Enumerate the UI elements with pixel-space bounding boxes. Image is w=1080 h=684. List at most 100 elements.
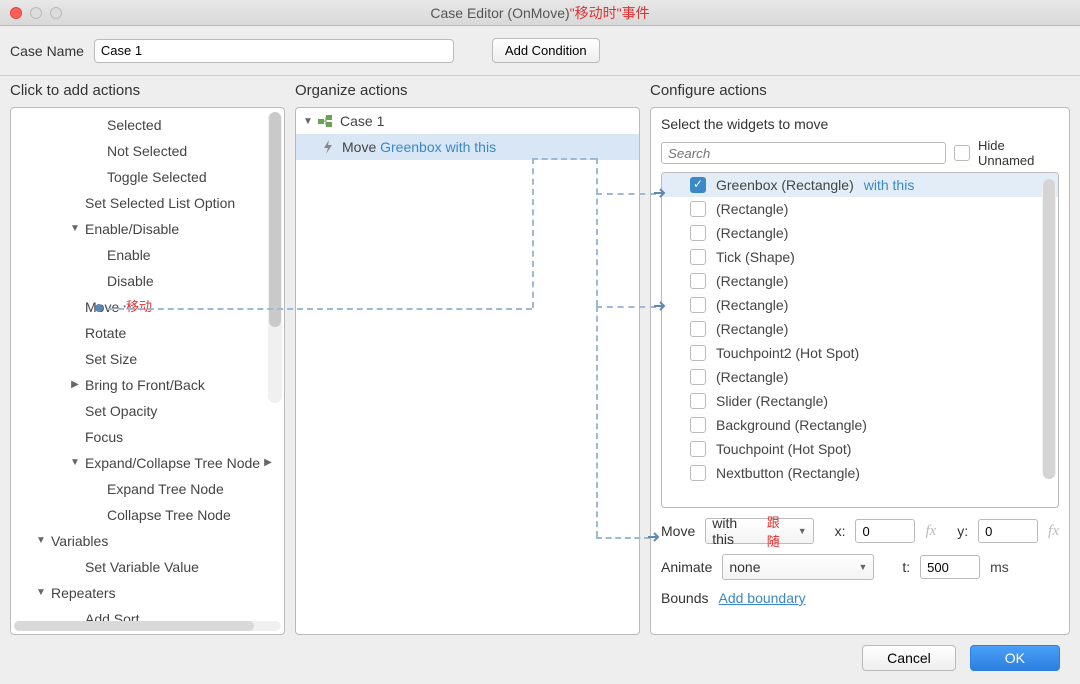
widget-list-scrollbar-thumb[interactable] [1043,179,1055,479]
ok-button[interactable]: OK [970,645,1060,671]
widget-checkbox[interactable] [690,465,706,481]
move-label: Move [661,523,695,539]
y-fx-button[interactable]: fx [1048,523,1059,540]
widget-row[interactable]: (Rectangle) [662,269,1058,293]
y-input[interactable] [978,519,1038,543]
widget-row[interactable]: Slider (Rectangle) [662,389,1058,413]
widget-checkbox[interactable] [690,345,706,361]
add-condition-button[interactable]: Add Condition [492,38,600,63]
action-label: Set Variable Value [85,556,199,578]
action-item[interactable]: Focus [17,424,278,450]
cancel-button[interactable]: Cancel [862,645,956,671]
action-item[interactable]: Enable [17,242,278,268]
widget-checkbox[interactable] [690,249,706,265]
organize-column-title: Organize actions [295,82,640,99]
widget-name: Greenbox (Rectangle) [716,177,854,193]
actions-tree[interactable]: SelectedNot SelectedToggle SelectedSet S… [11,108,284,634]
organize-action-target: Greenbox with this [380,139,496,155]
move-mode-select[interactable]: with this 跟随 ▼ [705,518,813,544]
action-label: Not Selected [107,140,187,162]
tree-arrow-icon[interactable]: ▼ [35,530,47,552]
action-item[interactable]: Set Selected List Option [17,190,278,216]
x-label: x: [835,523,846,539]
widget-name: (Rectangle) [716,321,788,337]
widget-row[interactable]: (Rectangle) [662,317,1058,341]
add-boundary-link[interactable]: Add boundary [718,590,805,606]
x-input[interactable] [855,519,915,543]
action-label: Focus [85,426,123,448]
widget-row[interactable]: Touchpoint (Hot Spot) [662,437,1058,461]
case-name-input[interactable] [94,39,454,63]
widget-row[interactable]: (Rectangle) [662,221,1058,245]
main-columns: Click to add actions SelectedNot Selecte… [0,76,1080,641]
titlebar: Case Editor (OnMove)"移动时"事件 [0,0,1080,26]
widget-checkbox[interactable] [690,297,706,313]
organize-action-row[interactable]: Move Greenbox with this [296,134,639,160]
widget-row[interactable]: (Rectangle) [662,197,1058,221]
action-item[interactable]: Rotate [17,320,278,346]
widget-row[interactable]: Touchpoint2 (Hot Spot) [662,341,1058,365]
action-item[interactable]: ▼Variables [17,528,278,554]
action-item[interactable]: Collapse Tree Node [17,502,278,528]
widget-toolbar: Hide Unnamed [661,138,1059,168]
widget-checkbox[interactable] [690,201,706,217]
widget-row[interactable]: (Rectangle) [662,293,1058,317]
action-label: Set Selected List Option [85,192,235,214]
widget-row[interactable]: Background (Rectangle) [662,413,1058,437]
tree-arrow-icon[interactable]: ▶ [69,374,81,396]
window-title: Case Editor (OnMove)"移动时"事件 [430,3,649,23]
actions-hscroll-thumb[interactable] [14,621,254,631]
action-item[interactable]: Set Variable Value [17,554,278,580]
widget-checkbox[interactable] [690,225,706,241]
widget-row[interactable]: Greenbox (Rectangle) with this [662,173,1058,197]
widget-name: Nextbutton (Rectangle) [716,465,860,481]
tree-arrow-icon[interactable]: ▼ [35,582,47,604]
chevron-down-icon: ▼ [798,526,807,536]
widget-name: Touchpoint (Hot Spot) [716,441,851,457]
actions-scrollbar-thumb[interactable] [269,112,281,327]
action-item[interactable]: Selected [17,112,278,138]
widget-suffix: with this [864,177,915,193]
action-item[interactable]: Move • 移动 [17,294,278,320]
widget-checkbox[interactable] [690,417,706,433]
t-unit: ms [990,559,1009,575]
move-config-row: Move with this 跟随 ▼ x: fx y: fx [661,518,1059,544]
organize-panel: ▼ Case 1 Move Greenbox with this [295,107,640,635]
widget-checkbox[interactable] [690,273,706,289]
widget-row[interactable]: Tick (Shape) [662,245,1058,269]
action-label: Disable [107,270,154,292]
widget-checkbox[interactable] [690,369,706,385]
widget-checkbox[interactable] [690,321,706,337]
tree-arrow-icon[interactable]: ▼ [69,452,81,474]
widget-row[interactable]: Nextbutton (Rectangle) [662,461,1058,485]
widget-name: (Rectangle) [716,273,788,289]
action-item[interactable]: Disable [17,268,278,294]
search-input[interactable] [661,142,946,164]
animate-mode-select[interactable]: none ▼ [722,554,874,580]
x-fx-button[interactable]: fx [925,523,936,540]
widget-checkbox[interactable] [690,441,706,457]
action-item[interactable]: Expand Tree Node [17,476,278,502]
widget-checkbox[interactable] [690,177,706,193]
action-item[interactable]: Set Opacity [17,398,278,424]
hide-unnamed-checkbox[interactable] [954,145,970,161]
action-item[interactable]: ▶Bring to Front/Back [17,372,278,398]
widget-checkbox[interactable] [690,393,706,409]
widget-name: (Rectangle) [716,369,788,385]
widget-name: (Rectangle) [716,225,788,241]
widget-row[interactable]: (Rectangle) [662,365,1058,389]
action-item[interactable]: ▼Expand/Collapse Tree Node ▶ [17,450,278,476]
t-input[interactable] [920,555,980,579]
triangle-down-icon[interactable]: ▼ [302,116,314,127]
action-item[interactable]: ▼Enable/Disable [17,216,278,242]
bounds-config-row: Bounds Add boundary [661,590,1059,606]
action-item[interactable]: ▼Repeaters [17,580,278,606]
animate-config-row: Animate none ▼ t: ms [661,554,1059,580]
tree-arrow-icon[interactable]: ▼ [69,218,81,240]
action-item[interactable]: Set Size [17,346,278,372]
action-item[interactable]: Not Selected [17,138,278,164]
action-label: Variables [51,530,108,552]
organize-case-row[interactable]: ▼ Case 1 [296,108,639,134]
close-window-icon[interactable] [10,7,22,19]
action-item[interactable]: Toggle Selected [17,164,278,190]
